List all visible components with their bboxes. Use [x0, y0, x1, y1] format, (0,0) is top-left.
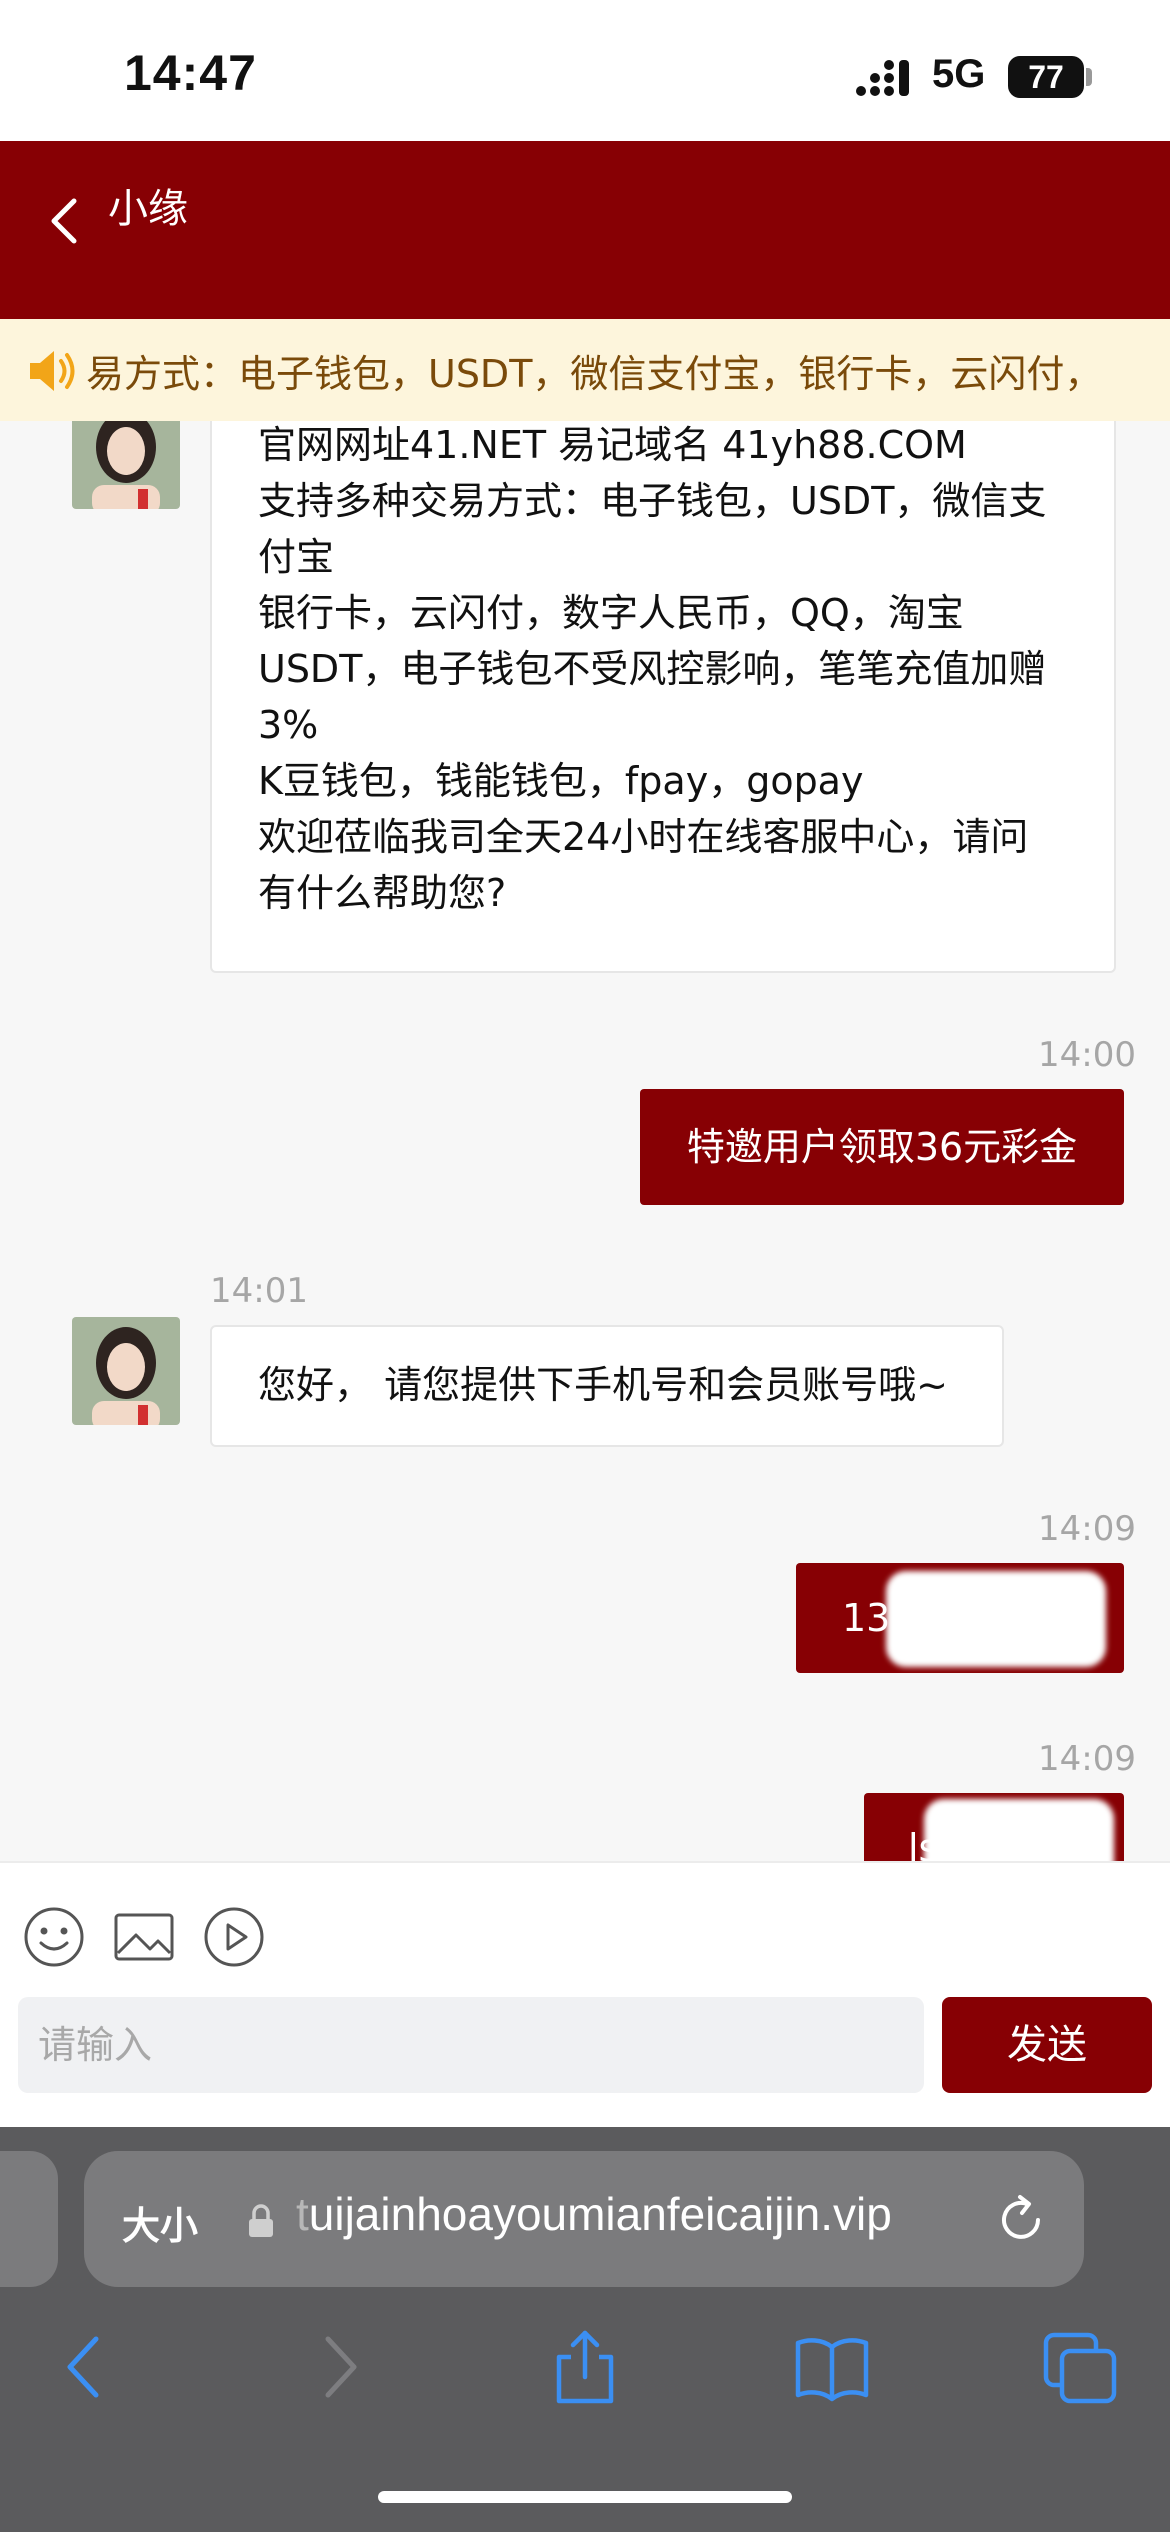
back-icon[interactable] [46, 2327, 126, 2407]
reader-size-button[interactable]: 大小 [122, 2195, 198, 2250]
page-title: 小缘 [108, 186, 188, 232]
message-timestamp: 14:00 [1038, 1035, 1136, 1075]
previous-tab[interactable] [0, 2151, 58, 2287]
reload-icon[interactable] [994, 2193, 1048, 2247]
image-icon[interactable] [112, 1905, 176, 1969]
intro-line: 付宝 [258, 535, 335, 579]
intro-line: 银行卡，云闪付，数字人民币，QQ，淘宝 [258, 591, 964, 635]
intro-line: 3% [258, 703, 319, 747]
cellular-signal-icon [856, 60, 909, 96]
address-bar[interactable]: 大小 tuijainhoayoumianfeicaijin.vip [84, 2151, 1084, 2287]
emoji-icon[interactable] [22, 1905, 86, 1969]
url-domain: uijainhoayoumianfeicaijin.vip [308, 2188, 892, 2240]
battery-tip [1086, 68, 1092, 86]
intro-line: 欢迎莅临我司全天24小时在线客服中心，请问 [258, 815, 1029, 859]
status-bar: 14:47 5G 77 [0, 0, 1170, 141]
message-input-panel: 发送 [0, 1861, 1170, 2129]
outgoing-message-bubble: 13 [796, 1563, 1124, 1673]
intro-message-bubble: 官网网址41.NET 易记域名 41yh88.COM 支持多种交易方式：电子钱包… [210, 421, 1116, 973]
browser-toolbar: 大小 tuijainhoayoumianfeicaijin.vip [0, 2127, 1170, 2532]
message-timestamp: 14:09 [1038, 1739, 1136, 1779]
url-prefix: t [296, 2188, 309, 2240]
intro-line: K豆钱包，钱能钱包，fpay，gopay [258, 759, 864, 803]
message-timestamp: 14:01 [210, 1271, 308, 1311]
intro-line: USDT，电子钱包不受风控影响，笔笔充值加赠 [258, 647, 1047, 691]
url-text: tuijainhoayoumianfeicaijin.vip [296, 2187, 892, 2241]
incoming-message-text: 您好， 请您提供下手机号和会员账号哦~ [258, 1363, 948, 1407]
back-arrow-icon[interactable] [36, 181, 96, 261]
intro-line: 支持多种交易方式：电子钱包，USDT，微信支 [258, 479, 1047, 523]
bookmarks-icon[interactable] [792, 2327, 872, 2407]
send-button[interactable]: 发送 [942, 1997, 1152, 2093]
redaction-overlay [886, 1571, 1106, 1667]
outgoing-message-text: 13 [842, 1596, 891, 1640]
chat-messages[interactable]: 官网网址41.NET 易记域名 41yh88.COM 支持多种交易方式：电子钱包… [0, 421, 1170, 1861]
message-input[interactable] [18, 1997, 924, 2093]
tabs-icon[interactable] [1040, 2327, 1120, 2407]
message-timestamp: 14:09 [1038, 1509, 1136, 1549]
home-indicator [378, 2491, 792, 2503]
incoming-message-bubble: 您好， 请您提供下手机号和会员账号哦~ [210, 1325, 1004, 1447]
battery-icon: 77 [1008, 56, 1084, 98]
outgoing-message-bubble: 特邀用户领取36元彩金 [640, 1089, 1124, 1205]
outgoing-message-bubble: ls [864, 1793, 1124, 1861]
lock-icon [249, 2204, 273, 2237]
announcement-text: 易方式：电子钱包，USDT，微信支付宝，银行卡，云闪付， [86, 352, 1103, 396]
announcement-bar: 易方式：电子钱包，USDT，微信支付宝，银行卡，云闪付， [0, 319, 1170, 421]
intro-line: 官网网址41.NET 易记域名 41yh88.COM [258, 423, 967, 467]
status-time: 14:47 [124, 45, 257, 101]
speaker-icon [30, 351, 75, 391]
redaction-overlay [924, 1799, 1114, 1861]
agent-avatar [72, 1317, 180, 1425]
share-icon[interactable] [545, 2327, 625, 2407]
network-type: 5G [932, 52, 986, 96]
forward-icon[interactable] [298, 2327, 378, 2407]
agent-avatar [72, 421, 180, 509]
intro-line: 有什么帮助您? [258, 871, 507, 915]
chat-header: 小缘 [0, 141, 1170, 319]
video-icon[interactable] [202, 1905, 266, 1969]
